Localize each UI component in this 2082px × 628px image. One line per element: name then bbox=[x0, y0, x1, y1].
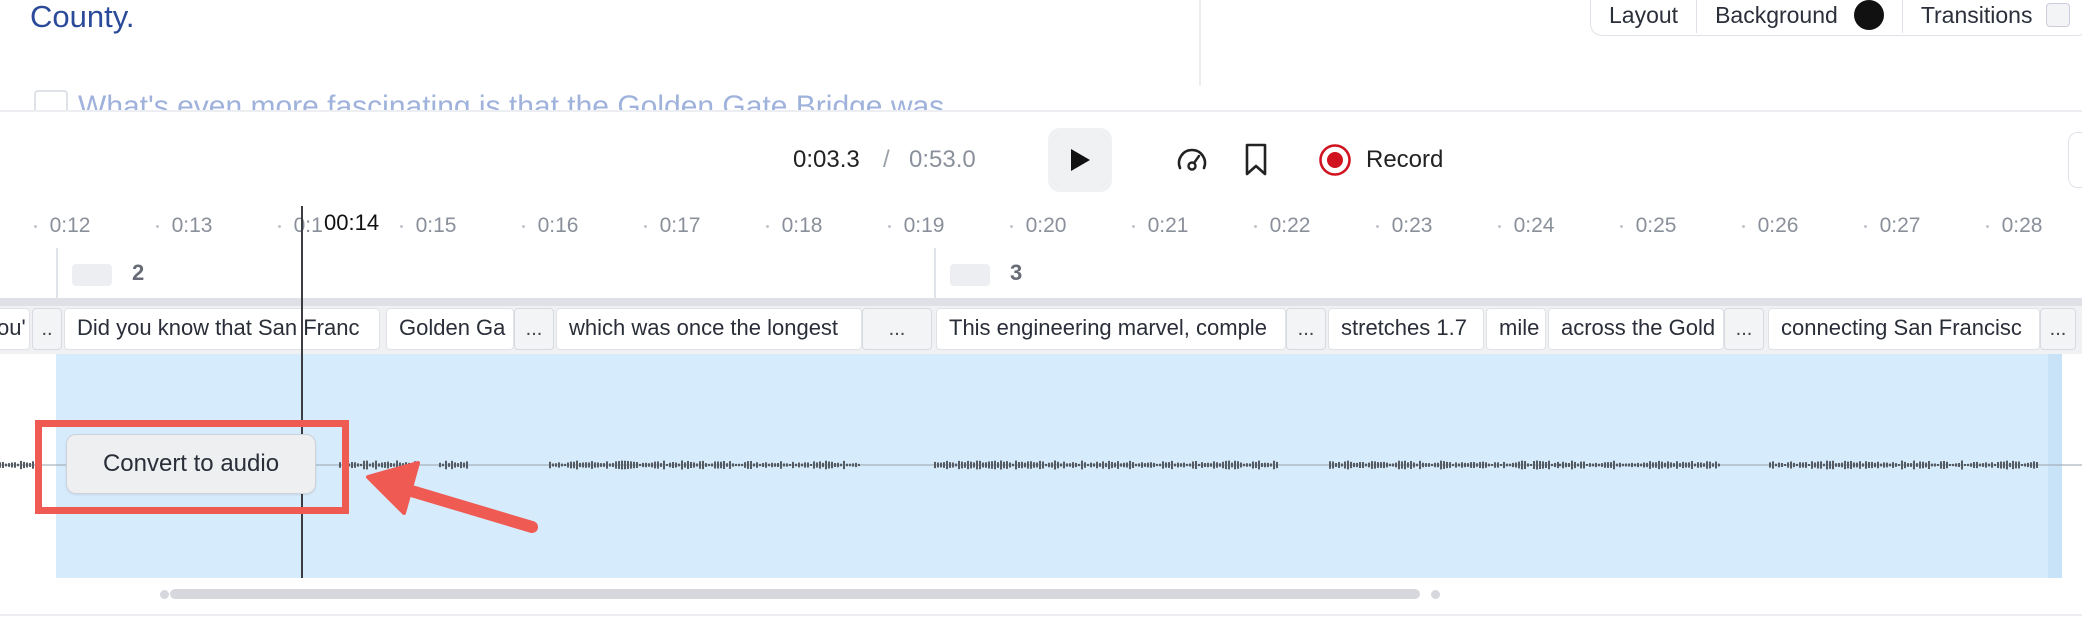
ruler-tick-dot bbox=[1498, 225, 1501, 228]
clip-more-button[interactable]: ... bbox=[862, 308, 932, 350]
speedometer-icon bbox=[1177, 148, 1207, 171]
ruler-tick-dot bbox=[522, 225, 525, 228]
text-clip[interactable]: Did you know that San Franc bbox=[64, 308, 380, 350]
time-separator: / bbox=[883, 146, 890, 173]
clip-more-button[interactable]: .. bbox=[32, 308, 62, 350]
scrollbar-thumb[interactable] bbox=[170, 589, 1420, 599]
panel-bottom-border bbox=[0, 614, 2082, 616]
record-button[interactable]: Record bbox=[1318, 142, 1443, 178]
scene-thumbnail bbox=[72, 264, 112, 286]
ruler-tick-dot bbox=[888, 225, 891, 228]
ruler-tick-label: 0:18 bbox=[781, 214, 823, 237]
ruler-tick-dot bbox=[1620, 225, 1623, 228]
transitions-label: Transitions bbox=[1920, 1, 2033, 28]
ruler-tick-dot bbox=[1132, 225, 1135, 228]
playback-speed-button[interactable] bbox=[1174, 142, 1210, 178]
text-clip[interactable]: which was once the longest bbox=[556, 308, 862, 350]
record-label: Record bbox=[1366, 146, 1444, 173]
scene-block[interactable]: 2 bbox=[56, 248, 934, 298]
scrollbar-start bbox=[160, 590, 169, 599]
background-button[interactable]: Background bbox=[1697, 0, 1903, 33]
ruler-tick-label: 0:27 bbox=[1879, 214, 1921, 237]
ruler-tick-dot bbox=[1254, 225, 1257, 228]
text-clip[interactable]: This engineering marvel, comple bbox=[936, 308, 1286, 350]
script-faded-line: What's even more fascinating is that the… bbox=[34, 88, 1074, 112]
ruler-tick-label: 0:25 bbox=[1635, 214, 1677, 237]
highlight-annotation bbox=[35, 420, 349, 514]
play-button[interactable] bbox=[1048, 128, 1112, 192]
ruler-tick-label: 0:26 bbox=[1757, 214, 1799, 237]
ruler-tick-dot bbox=[1986, 225, 1989, 228]
timeline-scrollbar[interactable] bbox=[160, 587, 1440, 601]
text-clip[interactable]: connecting San Francisc bbox=[1768, 308, 2040, 350]
ruler-tick-dot bbox=[1742, 225, 1745, 228]
panel-toggle-button[interactable] bbox=[2068, 132, 2082, 188]
ruler-tick-label: 0:24 bbox=[1513, 214, 1555, 237]
arrow-annotation-icon bbox=[366, 461, 538, 533]
ruler-tick-dot bbox=[1376, 225, 1379, 228]
clip-track: ou' .. Did you know that San Franc Golde… bbox=[0, 306, 2082, 354]
ruler-tick-label: 0:19 bbox=[903, 214, 945, 237]
ruler-tick-dot bbox=[1864, 225, 1867, 228]
background-color-swatch bbox=[1853, 0, 1884, 30]
ruler-tick-label: 0:20 bbox=[1025, 214, 1067, 237]
ruler-tick-label: 0:15 bbox=[415, 214, 457, 237]
ruler-tick-dot bbox=[156, 225, 159, 228]
timeline-ruler[interactable]: 0:12 0:13 0:14 0:15 0:16 0:17 0:18 0:19 0:20 0:21… bbox=[0, 200, 2082, 248]
scene-block[interactable]: 3 bbox=[934, 248, 2066, 298]
text-clip[interactable]: ou' bbox=[0, 308, 30, 350]
scene-toolbar: Layout Background Transitions bbox=[1590, 0, 2082, 36]
ruler-tick-label: 0:21 bbox=[1147, 214, 1189, 237]
ruler-tick-dot bbox=[400, 225, 403, 228]
ruler-tick-dot bbox=[278, 225, 281, 228]
scene-row: 2 3 bbox=[0, 248, 2082, 298]
background-label: Background bbox=[1715, 1, 1838, 28]
scene-number: 2 bbox=[132, 260, 145, 285]
bookmark-icon bbox=[1245, 143, 1267, 176]
text-clip[interactable]: mile bbox=[1486, 308, 1546, 350]
scrollbar-end bbox=[1431, 590, 1440, 599]
ruler-tick-label: 0:16 bbox=[537, 214, 579, 237]
playhead-time-label: 00:14 bbox=[322, 210, 382, 236]
panel-divider bbox=[1199, 0, 1201, 86]
ruler-tick-dot bbox=[34, 225, 37, 228]
record-icon bbox=[1319, 144, 1351, 176]
script-editor: County. What's even more fascinating is … bbox=[0, 0, 2082, 112]
ruler-tick-label: 0:22 bbox=[1269, 214, 1311, 237]
ruler-tick-dot bbox=[644, 225, 647, 228]
text-clip[interactable]: across the Gold bbox=[1548, 308, 1724, 350]
transitions-button[interactable]: Transitions bbox=[1903, 0, 2082, 33]
text-clip[interactable]: Golden Ga bbox=[386, 308, 514, 350]
play-icon bbox=[1071, 149, 1090, 171]
line-checkbox[interactable] bbox=[34, 90, 68, 112]
playhead[interactable] bbox=[301, 206, 303, 578]
transitions-icon bbox=[2046, 3, 2071, 27]
ruler-tick-dot bbox=[1010, 225, 1013, 228]
script-text-line[interactable]: County. bbox=[30, 0, 135, 34]
clip-more-button[interactable]: ... bbox=[2040, 308, 2076, 350]
bookmark-button[interactable] bbox=[1241, 142, 1271, 178]
total-time: 0:53.0 bbox=[909, 146, 976, 173]
clip-more-button[interactable]: ... bbox=[1286, 308, 1326, 350]
ruler-tick-dot bbox=[766, 225, 769, 228]
ruler-tick-label: 0:17 bbox=[659, 214, 701, 237]
ruler-tick-label: 0:13 bbox=[171, 214, 213, 237]
clip-more-button[interactable]: ... bbox=[514, 308, 554, 350]
ruler-tick-label: 0:23 bbox=[1391, 214, 1433, 237]
scene-number: 3 bbox=[1010, 260, 1023, 285]
current-time: 0:03.3 bbox=[793, 146, 860, 173]
clip-more-button[interactable]: ... bbox=[1724, 308, 1764, 350]
ruler-tick-label: 0:28 bbox=[2001, 214, 2043, 237]
playback-controls: 0:03.3 / 0:53.0 Record bbox=[0, 112, 2082, 200]
text-clip[interactable]: stretches 1.7 bbox=[1328, 308, 1484, 350]
scene-thumbnail bbox=[950, 264, 990, 286]
layout-label: Layout bbox=[1609, 1, 1679, 28]
ruler-tick-label: 0:12 bbox=[49, 214, 91, 237]
layout-button[interactable]: Layout bbox=[1591, 0, 1698, 33]
script-faded-text: What's even more fascinating is that the… bbox=[78, 90, 945, 112]
